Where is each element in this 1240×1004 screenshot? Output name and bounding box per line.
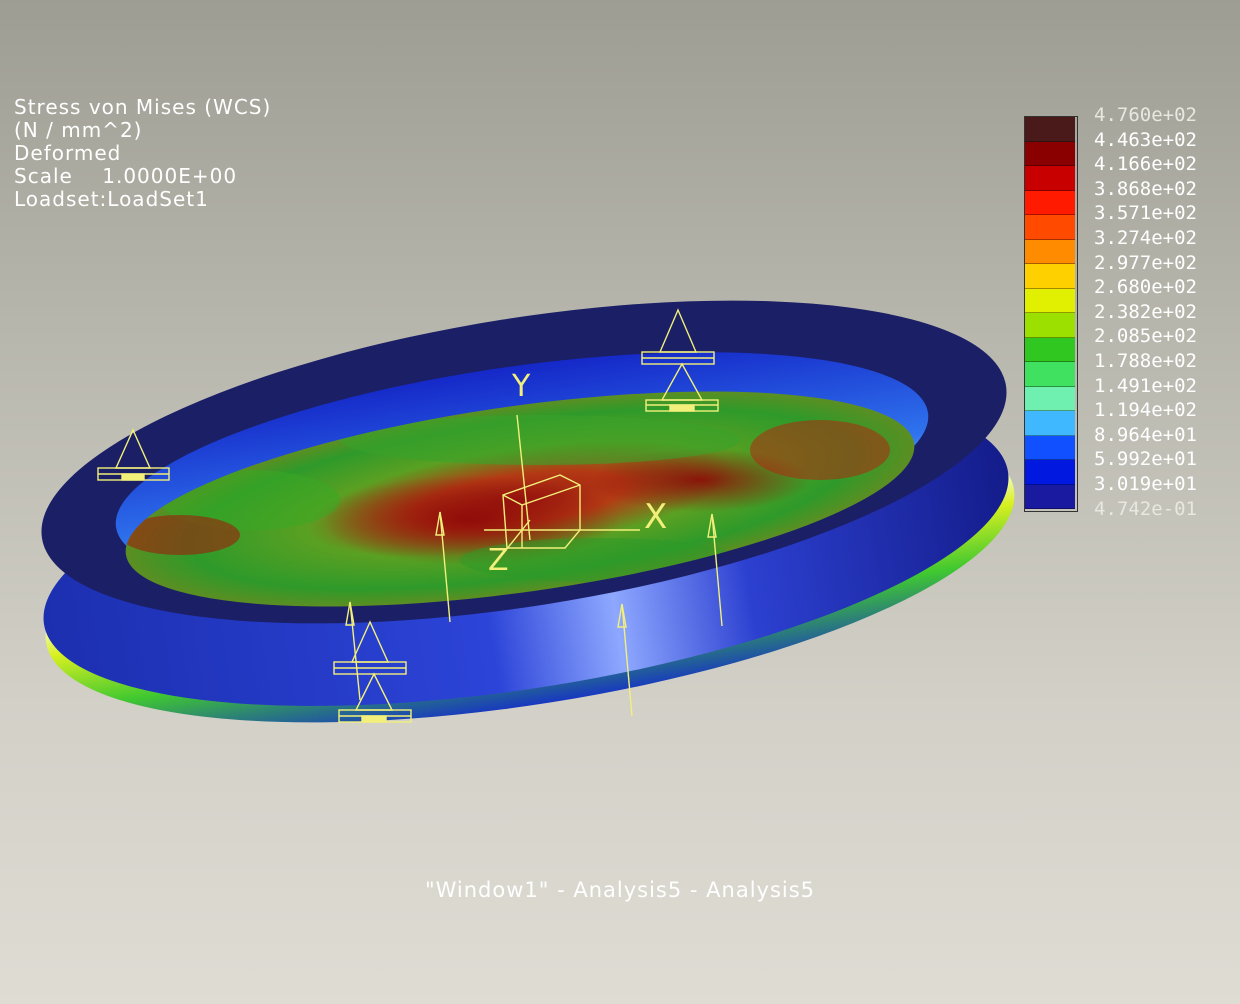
legend-label: 4.760e+02 bbox=[1094, 104, 1197, 126]
legend-band bbox=[1025, 313, 1075, 338]
legend-label: 3.019e+01 bbox=[1094, 473, 1197, 495]
legend-label: 4.166e+02 bbox=[1094, 153, 1197, 176]
legend-label: 1.491e+02 bbox=[1094, 374, 1197, 397]
legend-label: 2.977e+02 bbox=[1094, 251, 1197, 274]
window-title: "Window1" - Analysis5 - Analysis5 bbox=[424, 878, 816, 902]
scale-label: Scale bbox=[14, 164, 73, 188]
legend-band bbox=[1025, 166, 1075, 191]
legend-band bbox=[1025, 362, 1075, 387]
legend-band bbox=[1025, 386, 1075, 411]
legend-label: 3.868e+02 bbox=[1094, 177, 1197, 200]
legend-band bbox=[1025, 411, 1075, 436]
legend-band bbox=[1025, 117, 1075, 142]
axis-label-x: X bbox=[644, 497, 667, 537]
legend-band bbox=[1025, 337, 1075, 362]
legend-label: 8.964e+01 bbox=[1094, 423, 1197, 446]
result-scale: Scale 1.0000E+00 bbox=[14, 165, 271, 188]
legend-label: 2.382e+02 bbox=[1094, 300, 1197, 323]
legend-label: 1.194e+02 bbox=[1094, 399, 1197, 422]
legend-band bbox=[1025, 460, 1075, 485]
legend-label: 2.680e+02 bbox=[1094, 276, 1197, 299]
legend-label: 3.274e+02 bbox=[1094, 227, 1197, 249]
legend-label: 2.085e+02 bbox=[1094, 325, 1197, 348]
scale-value: 1.0000E+00 bbox=[102, 164, 238, 188]
legend-label: 1.788e+02 bbox=[1094, 350, 1197, 372]
legend-band bbox=[1025, 435, 1075, 460]
legend-band bbox=[1025, 239, 1075, 264]
legend-band bbox=[1025, 288, 1075, 313]
legend-band bbox=[1025, 215, 1075, 240]
legend-label: 4.463e+02 bbox=[1094, 128, 1197, 151]
legend-band bbox=[1025, 141, 1075, 166]
result-units: (N / mm^2) bbox=[14, 118, 143, 142]
result-quantity: Stress von Mises (WCS) bbox=[14, 95, 272, 119]
result-info-panel: Stress von Mises (WCS) (N / mm^2) Deform… bbox=[14, 96, 271, 211]
legend-label: 3.571e+02 bbox=[1094, 202, 1197, 225]
result-mode: Deformed bbox=[14, 141, 122, 165]
legend-label: 5.992e+01 bbox=[1094, 448, 1197, 471]
legend-label: 4.742e-01 bbox=[1094, 497, 1197, 520]
legend-band bbox=[1025, 484, 1075, 509]
axis-label-y: Y bbox=[511, 369, 531, 404]
result-loadset: Loadset:LoadSet1 bbox=[14, 187, 209, 211]
legend-band bbox=[1025, 264, 1075, 289]
color-legend-bar bbox=[1024, 116, 1078, 512]
legend-band bbox=[1025, 190, 1075, 215]
axis-label-z: Z bbox=[488, 543, 509, 578]
